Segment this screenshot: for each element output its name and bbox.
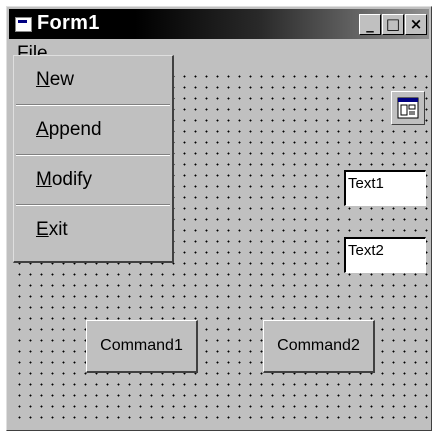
menu-item-append-label: ppend [48,119,102,140]
menu-item-append-mnemonic: A [36,119,49,140]
title-bar[interactable]: Form1 _ □ × [9,9,429,39]
file-menu-dropdown: New Append Modify Exit [13,55,174,263]
maximize-icon: □ [385,15,401,33]
command1-label: Command1 [100,337,183,354]
close-button[interactable]: × [405,14,427,35]
menu-item-modify-mnemonic: M [36,169,52,190]
menu-item-new-label: ew [49,69,75,90]
menu-item-exit-label: xit [48,219,68,240]
close-icon: × [409,15,423,33]
menu-item-exit-mnemonic: E [36,219,49,240]
window-title: Form1 [37,12,100,34]
command2-button[interactable]: Command2 [263,320,375,373]
text1-field[interactable]: Text1 [344,170,426,206]
menu-item-modify[interactable]: Modify [14,156,172,204]
menu-item-modify-label: odify [51,169,92,190]
menu-item-append[interactable]: Append [14,106,172,154]
command2-label: Command2 [277,337,360,354]
minimize-button[interactable]: _ [359,14,381,35]
form-icon[interactable] [15,17,32,32]
menu-item-new-mnemonic: N [36,69,50,90]
component-icon-graphic [397,97,419,119]
component-icon[interactable] [391,91,425,125]
text2-field[interactable]: Text2 [344,237,426,273]
command1-button[interactable]: Command1 [86,320,198,373]
menu-item-exit[interactable]: Exit [14,206,172,254]
minimize-icon: _ [366,15,374,33]
menu-item-new[interactable]: New [14,56,172,104]
maximize-button[interactable]: □ [382,14,404,35]
